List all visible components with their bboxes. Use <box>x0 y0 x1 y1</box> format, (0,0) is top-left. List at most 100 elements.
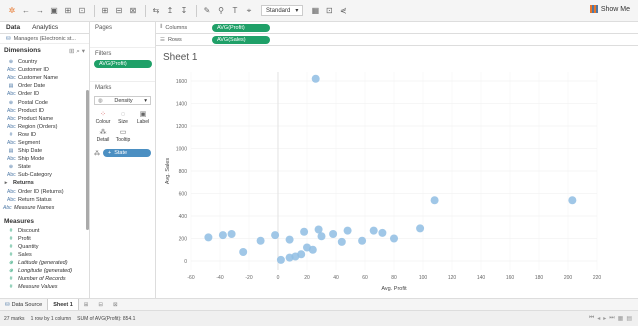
scatter-chart[interactable]: 0 200 400 600 800 1000 1200 1400 1600 -60 -40 -20 0 2… <box>157 46 638 298</box>
y-tick-label: 800 <box>179 169 188 175</box>
sort-desc-icon[interactable]: ↧ <box>178 5 190 17</box>
show-filmstrip-icon[interactable]: ▦ <box>618 315 624 322</box>
clear-icon[interactable]: ⊠ <box>127 5 139 17</box>
tooltip-button[interactable]: ▭ Tooltip <box>114 128 132 144</box>
columns-pill-avg-profit[interactable]: AVG(Profit) <box>212 23 270 32</box>
scatter-point <box>343 226 352 235</box>
status-marks: 27 marks <box>4 315 25 322</box>
field-label: Product ID <box>18 107 44 114</box>
field-item[interactable]: Abc Customer Name <box>0 74 89 82</box>
presentation-icon[interactable]: ▦ <box>309 5 321 17</box>
dimensions-header: Dimensions ⊞ ⌕ ▾ <box>0 44 89 58</box>
field-label: Order ID <box>18 91 40 98</box>
swap-icon[interactable]: ⇆ <box>150 5 162 17</box>
field-item[interactable]: Abc Region (Orders) <box>0 123 89 131</box>
columns-label: Columns <box>165 24 188 31</box>
field-item[interactable]: # Number of Records <box>0 275 89 283</box>
y-tick-label: 400 <box>179 214 188 220</box>
share-icon[interactable]: ⋞ <box>337 5 349 17</box>
rows-label: Rows <box>167 36 182 43</box>
field-item[interactable]: Abc Product Name <box>0 115 89 123</box>
fix-axes-icon[interactable]: ⌖ <box>243 5 255 17</box>
field-item[interactable]: ⊕ Longitude (generated) <box>0 267 89 275</box>
field-item[interactable]: Abc Return Status <box>0 196 89 204</box>
status-sum: SUM of AVG(Profit): 854.1 <box>77 315 136 322</box>
calendar-icon: ▤ <box>8 148 14 155</box>
state-pill[interactable]: + State <box>103 149 151 157</box>
field-item[interactable]: Abc Product ID <box>0 107 89 115</box>
redo-icon[interactable]: → <box>34 5 46 17</box>
new-story-icon[interactable]: ⊠ <box>108 299 123 311</box>
field-item[interactable]: # Row ID <box>0 131 89 139</box>
field-item[interactable]: # Discount <box>0 227 89 235</box>
dimensions-list: ⊕ Country Abc Customer ID Abc Customer Name ▤ O… <box>0 58 89 179</box>
tab-data[interactable]: Data <box>0 24 26 31</box>
field-item[interactable]: ⊕ State <box>0 163 89 171</box>
columns-shelf[interactable]: ⦀ Columns AVG(Profit) <box>156 22 638 34</box>
rows-shelf[interactable]: ☰ Rows AVG(Sales) <box>156 34 638 46</box>
y-tick-label: 1000 <box>176 147 187 153</box>
undo-icon[interactable]: ← <box>20 5 32 17</box>
pause-updates-icon[interactable]: ⊡ <box>76 5 88 17</box>
highlight-icon[interactable]: ✎ <box>201 5 213 17</box>
label-button[interactable]: ▣ Label <box>134 110 152 126</box>
field-item[interactable]: Abc Order ID <box>0 90 89 98</box>
globe-icon: ⊕ <box>8 99 14 106</box>
field-item[interactable]: ▤ Ship Date <box>0 147 89 155</box>
field-item[interactable]: ▤ Order Date <box>0 82 89 90</box>
detail-button[interactable]: ⁂ Detail <box>94 128 112 144</box>
next-sheet-icon[interactable]: ▸ <box>603 315 606 322</box>
measure-names-item[interactable]: Abc Measure Names <box>0 204 89 212</box>
show-tabs-icon[interactable]: ▤ <box>626 315 632 322</box>
new-dashboard-icon[interactable]: ⊟ <box>93 299 108 311</box>
tab-sheet-1[interactable]: Sheet 1 <box>47 298 79 311</box>
tab-analytics[interactable]: Analytics <box>26 24 64 31</box>
field-item[interactable]: ⊕ Country <box>0 58 89 66</box>
y-axis-label: Avg. Sales <box>165 158 171 184</box>
data-pane-scrollbar[interactable] <box>86 90 89 230</box>
field-item[interactable]: ⊕ Latitude (generated) <box>0 259 89 267</box>
tableau-logo-icon[interactable]: ✲ <box>6 5 18 17</box>
present-icon[interactable]: ⊡ <box>323 5 335 17</box>
colour-button[interactable]: ⁘ Colour <box>94 110 112 126</box>
labels-icon[interactable]: T <box>229 5 241 17</box>
filter-pill-avg-profit[interactable]: AVG(Profit) <box>94 60 152 68</box>
y-tick-label: 600 <box>179 192 188 198</box>
field-item[interactable]: # Profit <box>0 235 89 243</box>
new-datasource-icon[interactable]: ⊞ <box>62 5 74 17</box>
x-tick-label: 160 <box>506 275 515 281</box>
returns-folder[interactable]: ▸ Returns <box>0 179 89 187</box>
field-item[interactable]: Abc Sub-Category <box>0 171 89 179</box>
mark-type-select[interactable]: ◍ Density ▾ <box>94 96 151 105</box>
dimensions-tools-icon[interactable]: ⊞ ⌕ ▾ <box>69 47 85 56</box>
x-tick-label: 220 <box>593 275 602 281</box>
field-item[interactable]: # Sales <box>0 251 89 259</box>
number-icon: # <box>9 131 13 138</box>
datasource-item[interactable]: ⛁ Managers (Electronic st... <box>0 34 89 44</box>
field-item[interactable]: Abc Order ID (Returns) <box>0 188 89 196</box>
sort-asc-icon[interactable]: ↥ <box>164 5 176 17</box>
fit-select[interactable]: Standard ▾ <box>261 5 304 16</box>
field-item[interactable]: Abc Customer ID <box>0 66 89 74</box>
rows-pill-avg-sales[interactable]: AVG(Sales) <box>212 35 270 44</box>
field-item[interactable]: ⊕ Postal Code <box>0 98 89 106</box>
tab-data-source[interactable]: ⛁ Data Source <box>0 299 47 311</box>
save-icon[interactable]: ▣ <box>48 5 60 17</box>
new-worksheet-icon[interactable]: ⊞ <box>99 5 111 17</box>
first-sheet-icon[interactable]: ⏮ <box>589 315 594 322</box>
prev-sheet-icon[interactable]: ◂ <box>597 315 600 322</box>
new-sheet-icon[interactable]: ⊞ <box>79 299 94 311</box>
duplicate-icon[interactable]: ⊟ <box>113 5 125 17</box>
calendar-icon: ▤ <box>8 83 14 90</box>
field-item[interactable]: Abc Ship Mode <box>0 155 89 163</box>
filters-shelf[interactable]: AVG(Profit) <box>90 60 155 72</box>
show-me-button[interactable]: Show Me <box>589 5 630 13</box>
field-item[interactable]: Abc Segment <box>0 139 89 147</box>
last-sheet-icon[interactable]: ⏭ <box>609 315 614 322</box>
size-button[interactable]: ◌ Size <box>114 110 132 126</box>
field-item[interactable]: # Measure Values <box>0 283 89 291</box>
field-item[interactable]: # Quantity <box>0 243 89 251</box>
x-tick-label: -20 <box>245 275 252 281</box>
group-icon[interactable]: ⚲ <box>215 5 227 17</box>
scatter-point <box>329 230 338 238</box>
